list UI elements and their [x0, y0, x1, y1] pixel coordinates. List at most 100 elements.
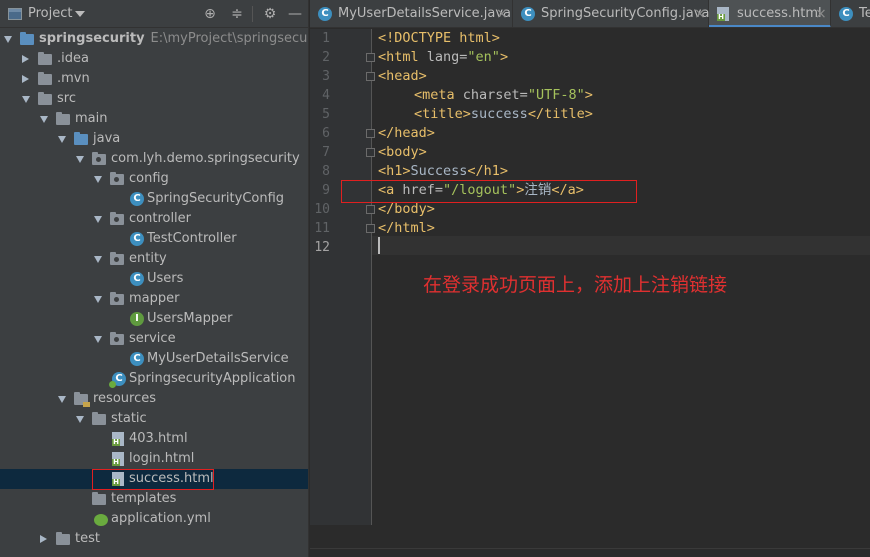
folder-icon [38, 92, 52, 105]
module-folder-icon [20, 32, 34, 45]
close-icon[interactable]: × [694, 0, 706, 27]
package-icon [92, 152, 106, 165]
chevron-down-icon[interactable] [58, 136, 66, 143]
fold-marker-icon[interactable] [366, 129, 375, 138]
tree-item-label: mapper [129, 291, 180, 306]
chevron-down-icon[interactable] [75, 11, 85, 17]
chevron-down-icon[interactable] [94, 336, 102, 343]
package-icon [110, 212, 124, 225]
folder-icon [92, 492, 106, 505]
tree-item-resources[interactable]: resources [0, 389, 308, 409]
tree-item-application-yml[interactable]: application.yml [0, 509, 308, 529]
tree-item-service[interactable]: service [0, 329, 308, 349]
chevron-down-icon[interactable] [94, 256, 102, 263]
tree-item-users[interactable]: C Users [0, 269, 308, 289]
code-tag: </h1> [467, 163, 509, 179]
fold-marker-icon[interactable] [366, 72, 375, 81]
code-tag: > [584, 87, 593, 103]
tree-item-root-package[interactable]: com.lyh.demo.springsecurity [0, 149, 308, 169]
chevron-right-icon[interactable] [40, 535, 47, 543]
hide-panel-icon[interactable]: — [287, 6, 303, 22]
tree-item-test[interactable]: test [0, 529, 308, 549]
tab-label: success.html [737, 6, 822, 21]
tree-item-usersmapper[interactable]: I UsersMapper [0, 309, 308, 329]
class-icon: C [318, 7, 332, 21]
editor-tab-bar: C MyUserDetailsService.java × C SpringSe… [310, 0, 870, 28]
tab-myuserdetailsservice[interactable]: C MyUserDetailsService.java × [310, 0, 513, 27]
code-line-1: <!DOCTYPE html> [378, 29, 500, 48]
class-icon: C [839, 7, 853, 21]
chevron-right-icon[interactable] [22, 55, 29, 63]
editor-bottom-area [310, 525, 870, 557]
gear-icon[interactable]: ⚙ [262, 6, 278, 22]
code-editor[interactable]: 1 2 3 4 5 6 7 8 9 10 11 12 <!DOCTYPE htm… [310, 29, 870, 557]
chevron-down-icon[interactable] [4, 36, 12, 43]
html-file-icon [717, 7, 729, 21]
tree-item-springsecurity[interactable]: springsecurity E:\myProject\springsecurit… [0, 29, 308, 49]
tree-item-login-html[interactable]: login.html [0, 449, 308, 469]
tree-item-mapper[interactable]: mapper [0, 289, 308, 309]
tree-item-templates[interactable]: templates [0, 489, 308, 509]
tree-item-config[interactable]: config [0, 169, 308, 189]
tree-item-myuserdetailsservice[interactable]: C MyUserDetailsService [0, 349, 308, 369]
code-text: success [470, 106, 528, 122]
class-icon: C [130, 192, 144, 206]
chevron-down-icon[interactable] [76, 416, 84, 423]
tree-item-springsecurityapplication[interactable]: C SpringsecurityApplication [0, 369, 308, 389]
highlight-box-success-html [92, 469, 214, 490]
tab-springsecurityconfig[interactable]: C SpringSecurityConfig.java × [513, 0, 710, 27]
html-file-icon [112, 432, 124, 446]
close-icon[interactable]: × [496, 0, 508, 27]
tab-test-partial[interactable]: C Te [831, 0, 870, 27]
collapse-all-icon[interactable]: ≑ [229, 6, 245, 22]
current-line-highlight [372, 236, 870, 255]
line-number: 9 [322, 183, 330, 198]
tree-item-static[interactable]: static [0, 409, 308, 429]
tree-item-mvn[interactable]: .mvn [0, 69, 308, 89]
tree-item-testcontroller[interactable]: C TestController [0, 229, 308, 249]
tab-label: MyUserDetailsService.java [338, 6, 512, 21]
tree-item-idea[interactable]: .idea [0, 49, 308, 69]
tree-item-java[interactable]: java [0, 129, 308, 149]
locate-file-icon[interactable]: ⊕ [202, 6, 218, 22]
tab-label: SpringSecurityConfig.java [541, 6, 710, 21]
tree-item-403-html[interactable]: 403.html [0, 429, 308, 449]
fold-marker-icon[interactable] [366, 148, 375, 157]
project-view-selector[interactable]: Project [28, 6, 72, 21]
line-number: 10 [314, 202, 330, 217]
chevron-down-icon[interactable] [94, 296, 102, 303]
fold-marker-icon[interactable] [366, 53, 375, 62]
chevron-down-icon[interactable] [40, 116, 48, 123]
line-number: 1 [322, 31, 330, 46]
divider [310, 548, 870, 549]
code-tag: </title> [527, 106, 593, 122]
tree-item-controller[interactable]: controller [0, 209, 308, 229]
chevron-right-icon[interactable] [22, 75, 29, 83]
chevron-down-icon[interactable] [22, 96, 30, 103]
tree-item-label: test [75, 531, 100, 546]
tree-item-label: templates [111, 491, 177, 506]
fold-marker-icon[interactable] [366, 224, 375, 233]
chevron-down-icon[interactable] [58, 396, 66, 403]
tab-success-html[interactable]: success.html × [709, 0, 831, 27]
chevron-down-icon[interactable] [76, 156, 84, 163]
class-icon: C [130, 272, 144, 286]
code-tag: <title> [414, 106, 471, 122]
folder-icon [56, 532, 70, 545]
tree-item-entity[interactable]: entity [0, 249, 308, 269]
code-tag: <h1> [378, 163, 411, 179]
code-tag: > [499, 49, 509, 65]
code-line-11: </html> [378, 219, 435, 238]
tree-item-src[interactable]: src [0, 89, 308, 109]
code-line-7: <body> [378, 143, 427, 162]
chevron-down-icon[interactable] [94, 216, 102, 223]
tree-item-main[interactable]: main [0, 109, 308, 129]
fold-marker-icon[interactable] [366, 205, 375, 214]
tree-item-springsecurityconfig[interactable]: C SpringSecurityConfig [0, 189, 308, 209]
close-icon[interactable]: × [815, 0, 827, 27]
chevron-down-icon[interactable] [94, 176, 102, 183]
tree-item-label: 403.html [129, 431, 188, 446]
code-tag: <meta [414, 87, 463, 103]
code-line-2: <html lang="en"> [378, 48, 508, 67]
line-number: 5 [322, 107, 330, 122]
